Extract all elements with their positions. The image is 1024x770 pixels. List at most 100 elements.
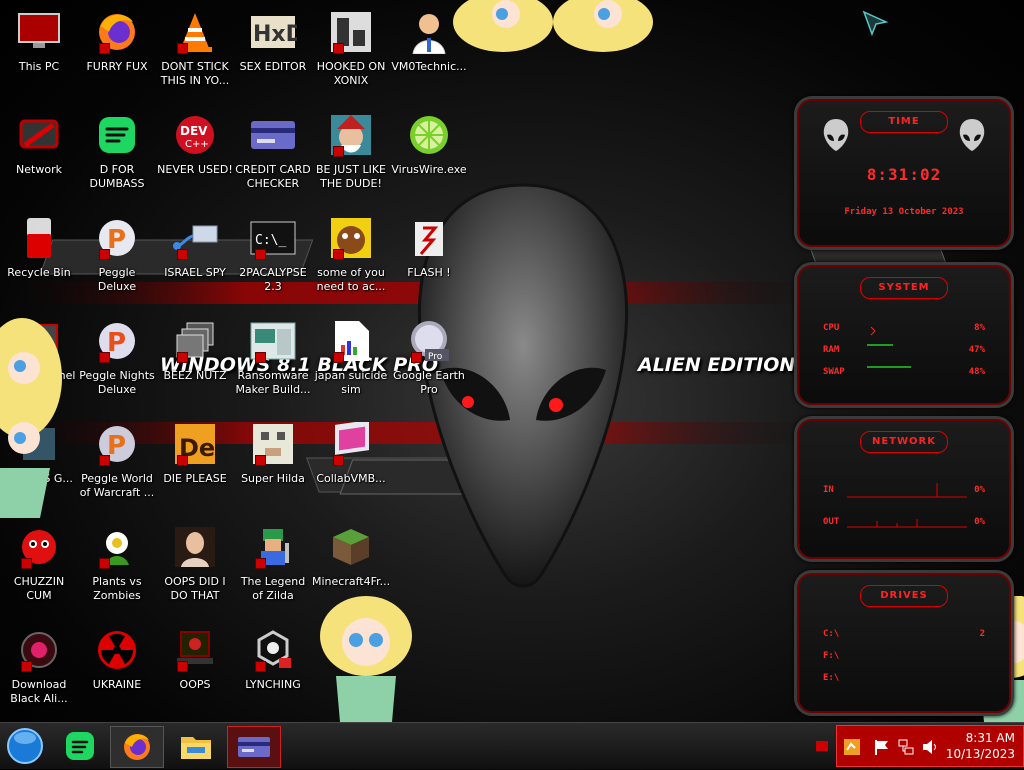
desktop-icon-ransomware-maker[interactable]: Ransomware Maker Build... [234, 317, 312, 397]
icon-label: This PC [18, 60, 60, 73]
shortcut-badge [333, 146, 344, 157]
flash-icon [405, 214, 453, 262]
desktop-icon-israel-spy[interactable]: ISRAEL SPY [156, 214, 234, 280]
clock-time: 8:31 AM [965, 731, 1015, 745]
desktop-icon-furry-fux[interactable]: FURRY FUX [78, 8, 156, 74]
flag-icon[interactable] [873, 738, 891, 756]
shortcut-badge [411, 352, 422, 363]
desktop-icon-peggle-deluxe[interactable]: P Peggle Deluxe [78, 214, 156, 294]
desktop-icon-oops-did-i[interactable]: OOPS DID I DO THAT [156, 523, 234, 603]
shortcut-badge [255, 249, 266, 260]
drive-label: C:\ [823, 629, 840, 639]
desktop-icon-ukraine[interactable]: UKRAINE [78, 626, 156, 692]
icon-label: NEVER USED! [157, 163, 233, 176]
desktop-icon-chuzzin[interactable]: CHUZZIN CUM [0, 523, 78, 603]
desktop-icon-d-for-dumbass[interactable]: D FOR DUMBASS [78, 111, 156, 191]
desktop-icon-sex-editor[interactable]: HxD SEX EDITOR [234, 8, 312, 74]
shortcut-badge [255, 558, 266, 569]
desktop-icon-minecraft[interactable]: Minecraft4Fr... [312, 523, 390, 589]
icon-label: VirusWire.exe [391, 163, 467, 176]
icon-label: BEEZ NUTZ [163, 369, 227, 382]
desktop-icon-oops[interactable]: OOPS [156, 626, 234, 692]
svg-text:Pro: Pro [428, 352, 443, 362]
drive-row-e: E:\ [823, 673, 985, 683]
desktop-icon-flash[interactable]: FLASH ! [390, 214, 468, 280]
desktop-icon-google-earth[interactable]: Pro Google Earth Pro [390, 317, 468, 397]
taskbar-spotify-button[interactable] [54, 726, 106, 766]
shortcut-badge [99, 43, 110, 54]
desktop-icon-super-hilda[interactable]: Super Hilda [234, 420, 312, 486]
system-label: CPU [823, 323, 840, 333]
desktop-icon-pvz[interactable]: Plants vs Zombies [78, 523, 156, 603]
document-icon [327, 317, 375, 365]
desktop-icon-japan-suicide-sim[interactable]: japan suicide sim [312, 317, 390, 397]
icon-label: DIE PLEASE [163, 472, 227, 485]
desktop-icon-be-just-like-the-dude[interactable]: BE JUST LIKE THE DUDE! [312, 111, 390, 191]
desktop-icon-never-used[interactable]: DEV C++ NEVER USED! [156, 111, 234, 177]
network-status-icon[interactable] [897, 738, 915, 756]
dog-icon [327, 214, 375, 262]
desktop-icon-collabvm[interactable]: CollabVMB... [312, 420, 390, 486]
pixel-hero-icon [249, 523, 297, 571]
desktop-icon-download-black-alien[interactable]: Download Black Ali... [0, 626, 78, 706]
desktop-icon-beez-nutz[interactable]: BEEZ NUTZ [156, 317, 234, 383]
shortcut-badge [177, 352, 188, 363]
desktop-icon-2pacalypse[interactable]: C:\_ 2PACALYPSE 2.3 [234, 214, 312, 294]
shortcut-badge [255, 661, 266, 672]
desktop-icon-die-please[interactable]: De DIE PLEASE [156, 420, 234, 486]
portrait-icon [171, 523, 219, 571]
alien-icon [15, 626, 63, 674]
system-usage-graph [867, 326, 911, 368]
shortcut-badge [177, 455, 188, 466]
tray-app-icon[interactable] [843, 738, 861, 756]
system-value: 8% [974, 323, 985, 333]
system-tray: 8:31 AM 10/13/2023 [836, 725, 1024, 767]
collabvm-icon [327, 420, 375, 468]
icon-label: HOOKED ON XONIX [316, 60, 386, 87]
mouse-cursor-icon [862, 10, 889, 37]
shortcut-badge [177, 43, 188, 54]
desktop-icon-network[interactable]: Network [0, 111, 78, 177]
taskbar-firefox-button[interactable] [110, 726, 164, 768]
icon-label: Minecraft4Fr... [312, 575, 390, 588]
shortcut-badge [333, 43, 344, 54]
desktop-icon-hooked-on-xonix[interactable]: HOOKED ON XONIX [312, 8, 390, 88]
taskbar-credit-card-button[interactable] [227, 726, 281, 768]
credit-card-icon [249, 111, 297, 159]
desktop-icon-some-of-you[interactable]: some of you need to ac... [312, 214, 390, 294]
drive-row-c: C:\ 2 [823, 629, 985, 639]
desktop-icon-recycle-bin[interactable]: Recycle Bin [0, 214, 78, 280]
icon-label: BE JUST LIKE THE DUDE! [315, 163, 387, 190]
volume-icon[interactable] [921, 738, 939, 756]
chuzzle-icon [15, 523, 63, 571]
doctor-icon [405, 8, 453, 56]
desktop-icon-this-pc[interactable]: This PC [0, 8, 78, 74]
network-value: 0% [974, 517, 985, 527]
taskbar-file-explorer-button[interactable] [170, 726, 222, 766]
tray-overflow-icon[interactable] [816, 741, 828, 751]
icon-label: The Legend of Zilda [240, 575, 306, 602]
firefox-icon [93, 8, 141, 56]
desktop-icon-peggle-wow[interactable]: P Peggle World of Warcraft ... [78, 420, 156, 500]
desktop-icon-dont-stick[interactable]: DONT STICK THIS IN YO... [156, 8, 234, 88]
director-icon: De [171, 420, 219, 468]
desktop-icon-credit-card[interactable]: CREDIT CARD CHECKER [234, 111, 312, 191]
shortcut-badge [99, 352, 110, 363]
shortcut-badge [333, 249, 344, 260]
network-traffic-graph [847, 483, 967, 528]
taskbar-clock[interactable]: 8:31 AM 10/13/2023 [946, 730, 1015, 762]
start-button[interactable] [4, 726, 46, 766]
desktop-icon-peggle-nights[interactable]: P Peggle Nights Deluxe [78, 317, 156, 397]
desktop-icon-lynching[interactable]: LYNCHING [234, 626, 312, 692]
pvz-icon [93, 523, 141, 571]
drive-label: F:\ [823, 651, 840, 661]
shortcut-badge [177, 661, 188, 672]
system-widget-title: SYSTEM [860, 277, 948, 299]
desktop-icon-legend-of-zilda[interactable]: The Legend of Zilda [234, 523, 312, 603]
xonix-icon [327, 8, 375, 56]
pixel-dog-icon [249, 420, 297, 468]
clock-date: 10/13/2023 [945, 747, 1015, 761]
widget-date: Friday 13 October 2023 [844, 207, 964, 217]
taskbar: 8:31 AM 10/13/2023 [0, 722, 1024, 769]
desktop-icon-viruswire[interactable]: VirusWire.exe [390, 111, 468, 177]
